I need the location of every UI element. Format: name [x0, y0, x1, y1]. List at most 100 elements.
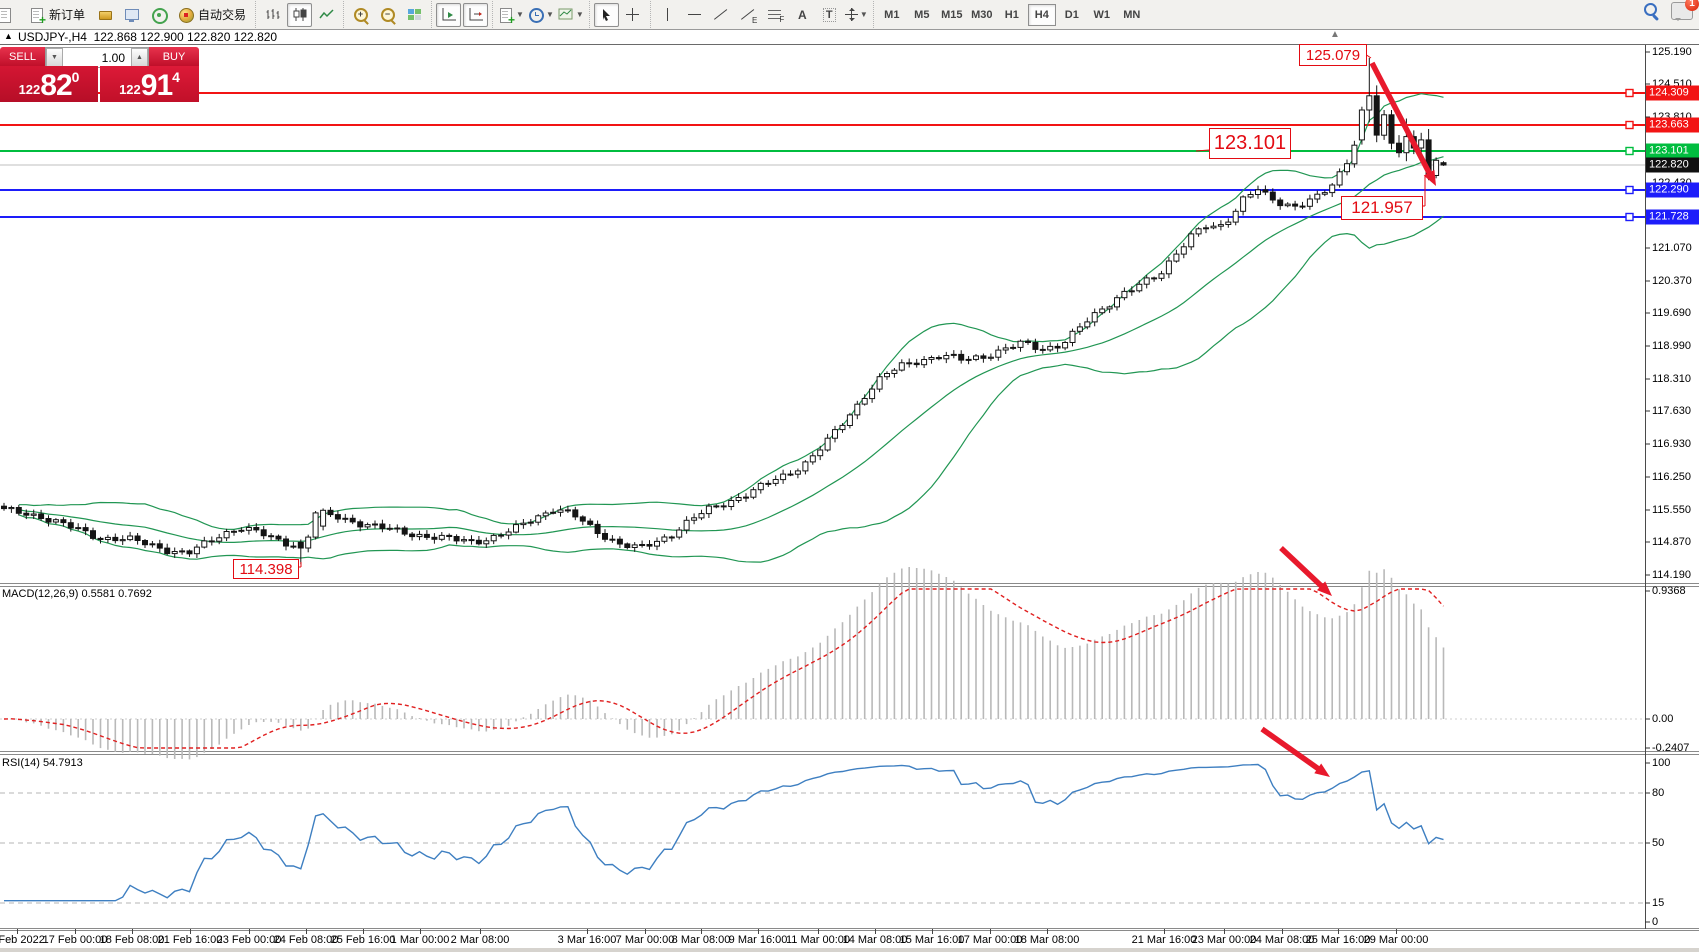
price-tick: 114.870	[1652, 536, 1691, 548]
time-label[interactable]: 23 Mar 00:00	[1192, 934, 1257, 946]
time-label[interactable]: 18 Mar 08:00	[1015, 934, 1080, 946]
tile-windows-icon	[407, 7, 423, 23]
cursor-button[interactable]	[594, 3, 619, 27]
clipped-icon[interactable]	[4, 3, 22, 27]
channel-button[interactable]: E	[736, 3, 761, 27]
price-annotation[interactable]: 125.079	[1299, 44, 1367, 66]
time-label[interactable]: 25 Feb 16:00	[331, 934, 396, 946]
timeframe-m5[interactable]: M5	[908, 4, 936, 26]
label-button[interactable]: T	[817, 3, 842, 27]
clock-icon	[528, 7, 544, 23]
zoom-out-icon: −	[380, 7, 396, 23]
autotrade-button[interactable]: 自动交易	[173, 3, 251, 27]
time-label[interactable]: 11 Mar 00:00	[786, 934, 850, 946]
time-label[interactable]: 2 Mar 08:00	[451, 934, 510, 946]
chart-shift-marker-icon[interactable]: ▲	[1330, 29, 1340, 40]
price-annotation[interactable]: 121.957	[1341, 196, 1423, 220]
timeframe-h4[interactable]: H4	[1028, 4, 1056, 26]
rsi-tick: 100	[1652, 757, 1670, 769]
rsi-tick: 50	[1652, 837, 1664, 849]
price-tick: 117.630	[1652, 405, 1691, 417]
terminal-button[interactable]	[119, 3, 144, 27]
volume-decrease-button[interactable]: ▼	[46, 48, 63, 67]
time-label[interactable]: 17 Mar 00:00	[958, 934, 1023, 946]
sell-price-main: 82	[40, 71, 71, 101]
time-label[interactable]: 1 Mar 00:00	[391, 934, 450, 946]
time-label[interactable]: 3 Mar 16:00	[558, 934, 617, 946]
search-icon[interactable]	[1643, 2, 1661, 20]
new-order-button[interactable]: + 新订单	[24, 3, 90, 27]
zoom-out-button[interactable]: −	[375, 3, 400, 27]
time-label[interactable]: 21 Mar 16:00	[1132, 934, 1197, 946]
time-label[interactable]: 17 Feb 00:00	[43, 934, 108, 946]
fibonacci-button[interactable]: F	[763, 3, 788, 27]
price-annotation[interactable]: 123.101	[1209, 128, 1291, 159]
timeframe-w1[interactable]: W1	[1088, 4, 1116, 26]
chart-title-row: ▲ USDJPY-,H4 122.868 122.900 122.820 122…	[0, 30, 1699, 44]
time-label[interactable]: 8 Mar 08:00	[672, 934, 731, 946]
history-center-button[interactable]	[92, 3, 117, 27]
price-badge: 124.309	[1646, 86, 1699, 101]
trendline-button[interactable]	[709, 3, 734, 27]
candlestick-button[interactable]	[287, 3, 312, 27]
chart-list-marker-icon: ▲	[4, 31, 13, 41]
time-label[interactable]: 24 Feb 08:00	[274, 934, 339, 946]
periods-button[interactable]: ▼	[527, 3, 555, 27]
time-label[interactable]: 18 Feb 08:00	[100, 934, 165, 946]
line-chart-button[interactable]	[314, 3, 339, 27]
timeframe-m15[interactable]: M15	[938, 4, 966, 26]
templates-button[interactable]: ▼	[557, 3, 585, 27]
timeframe-h1[interactable]: H1	[998, 4, 1026, 26]
time-label[interactable]: 15 Mar 16:00	[900, 934, 965, 946]
arrows-button[interactable]: ▼	[844, 3, 869, 27]
macd-tick: 0.9368	[1652, 585, 1686, 597]
new-order-label: 新订单	[49, 6, 85, 23]
price-badge: 122.820	[1646, 158, 1699, 173]
sell-button[interactable]: SELL	[0, 47, 45, 66]
line-chart-icon	[319, 7, 334, 22]
vertical-line-icon	[667, 8, 668, 21]
macd-tick: -0.2407	[1652, 742, 1689, 754]
buy-price-prefix: 122	[119, 79, 141, 101]
time-label[interactable]: 23 Feb 00:00	[217, 934, 282, 946]
zoom-in-button[interactable]: +	[348, 3, 373, 27]
price-tick: 119.690	[1652, 307, 1691, 319]
timeframe-mn[interactable]: MN	[1118, 4, 1146, 26]
time-label[interactable]: 7 Mar 00:00	[616, 934, 675, 946]
price-tick: 115.550	[1652, 504, 1691, 516]
gold-bars-icon	[97, 7, 113, 23]
rsi-tick: 15	[1652, 897, 1664, 909]
price-annotation[interactable]: 114.398	[233, 559, 299, 579]
auto-scroll-button[interactable]	[436, 3, 461, 27]
sell-price-button[interactable]: 122820	[0, 66, 98, 102]
horizontal-line-button[interactable]	[682, 3, 707, 27]
time-label[interactable]: 9 Mar 16:00	[729, 934, 788, 946]
chart-canvas[interactable]	[0, 0, 1699, 952]
text-button[interactable]: A	[790, 3, 815, 27]
volume-increase-button[interactable]: ▲	[131, 48, 148, 67]
time-label[interactable]: 5 Feb 2022	[0, 934, 45, 946]
bar-chart-button[interactable]	[260, 3, 285, 27]
chart-shift-icon	[468, 7, 484, 22]
price-badge: 123.663	[1646, 118, 1699, 133]
one-click-trade-panel: SELL ▼ 1.00 ▲ BUY 122820 122914	[0, 47, 199, 101]
time-label[interactable]: 29 Mar 00:00	[1364, 934, 1429, 946]
indicators-icon: +	[498, 7, 514, 23]
indicators-button[interactable]: +▼	[497, 3, 525, 27]
timeframe-m1[interactable]: M1	[878, 4, 906, 26]
time-label[interactable]: 14 Mar 08:00	[843, 934, 908, 946]
tile-windows-button[interactable]	[402, 3, 427, 27]
rsi-tick: 80	[1652, 787, 1664, 799]
signals-button[interactable]	[146, 3, 171, 27]
time-label[interactable]: 21 Feb 16:00	[158, 934, 223, 946]
buy-price-button[interactable]: 122914	[100, 66, 199, 102]
timeframe-m30[interactable]: M30	[968, 4, 996, 26]
time-label[interactable]: 25 Mar 16:00	[1306, 934, 1371, 946]
timeframe-d1[interactable]: D1	[1058, 4, 1086, 26]
autotrade-icon	[178, 7, 194, 23]
monitor-icon	[124, 7, 140, 23]
crosshair-button[interactable]	[621, 3, 646, 27]
notifications-icon[interactable]: 1	[1671, 2, 1693, 20]
vertical-line-button[interactable]	[655, 3, 680, 27]
chart-shift-button[interactable]	[463, 3, 488, 27]
